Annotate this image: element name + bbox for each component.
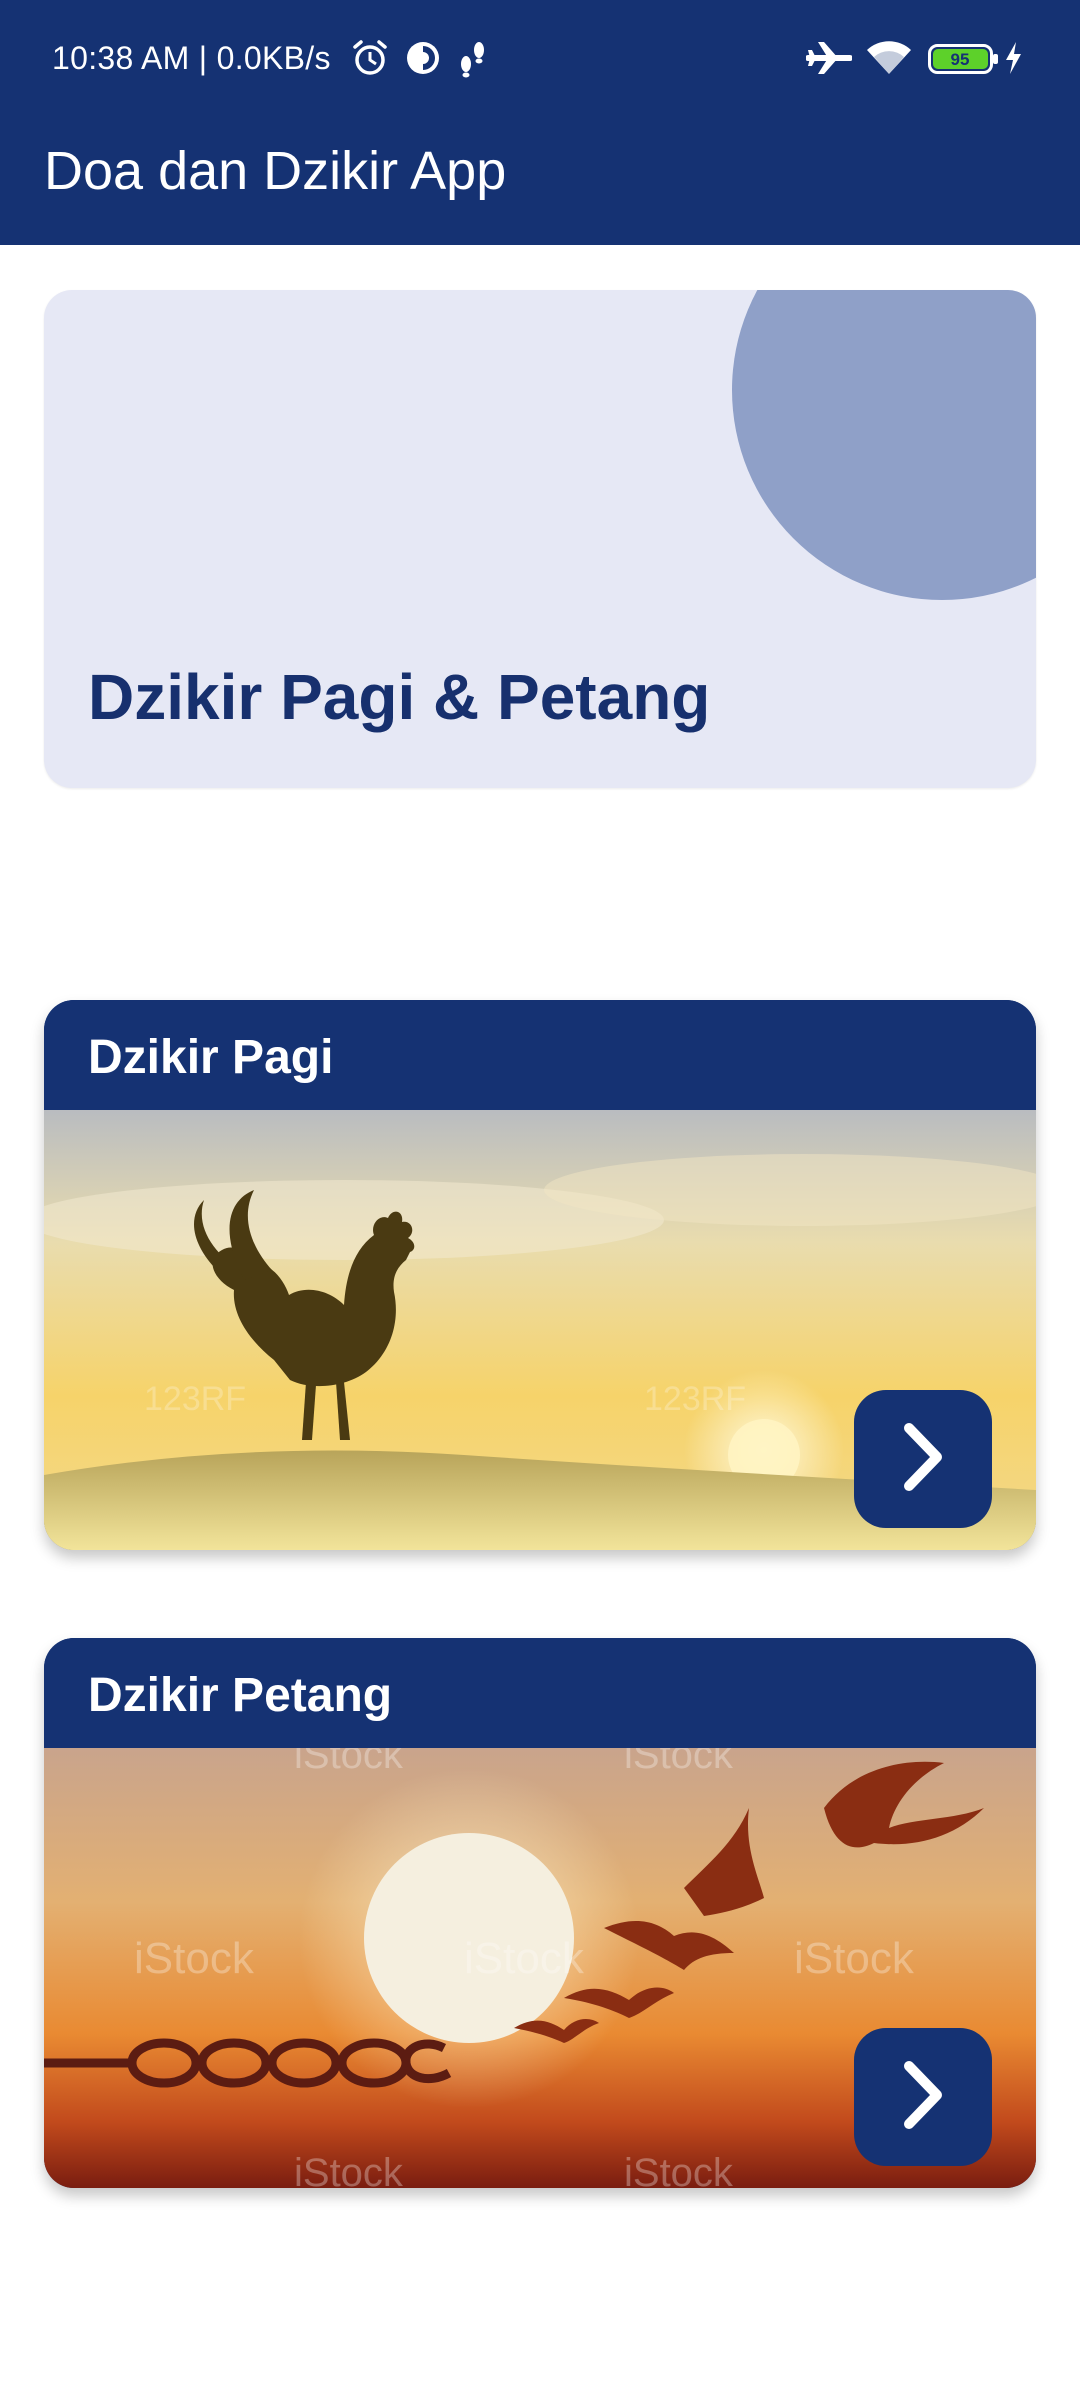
battery-icon: 95: [928, 44, 1000, 79]
svg-text:iStock: iStock: [624, 1748, 734, 1777]
wifi-icon: [866, 38, 912, 83]
footsteps-icon: [455, 38, 491, 83]
data-saver-icon: [403, 38, 443, 83]
svg-text:iStock: iStock: [134, 1934, 255, 1983]
dzikir-pagi-petang-banner: Dzikir Pagi & Petang: [44, 290, 1036, 788]
decorative-circle: [732, 290, 1036, 600]
charging-icon: [1002, 38, 1024, 83]
svg-text:iStock: iStock: [794, 1934, 915, 1983]
chevron-right-icon: [893, 1422, 953, 1497]
battery-level-text: 95: [951, 50, 970, 69]
open-dzikir-petang-button[interactable]: [854, 2028, 992, 2166]
status-time-network: 10:38 AM | 0.0KB/s: [52, 40, 331, 76]
card-title: Dzikir Pagi: [88, 1031, 334, 1084]
svg-text:iStock: iStock: [294, 2151, 404, 2188]
card-header: Dzikir Pagi: [44, 1000, 1036, 1110]
dzikir-pagi-card[interactable]: Dzikir Pagi 123RF 123RF: [44, 1000, 1036, 1550]
app-title: Doa dan Dzikir App: [44, 141, 507, 201]
card-header: Dzikir Petang: [44, 1638, 1036, 1748]
svg-text:iStock: iStock: [294, 1748, 404, 1777]
open-dzikir-pagi-button[interactable]: [854, 1390, 992, 1528]
svg-text:iStock: iStock: [464, 1934, 585, 1983]
svg-text:iStock: iStock: [624, 2151, 734, 2188]
banner-title: Dzikir Pagi & Petang: [88, 661, 711, 733]
svg-text:123RF: 123RF: [644, 1380, 746, 1418]
status-bar: 10:38 AM | 0.0KB/s 95: [0, 0, 1080, 120]
app-header: 10:38 AM | 0.0KB/s 95 Doa dan Dzikir App: [0, 0, 1080, 245]
dzikir-petang-card[interactable]: Dzikir Petang iStock iStock iStock iStoc…: [44, 1638, 1036, 2188]
card-title: Dzikir Petang: [88, 1669, 393, 1722]
chevron-right-icon: [893, 2060, 953, 2135]
airplane-mode-icon: [805, 38, 853, 83]
alarm-icon: [350, 38, 390, 83]
svg-text:123RF: 123RF: [144, 1380, 246, 1418]
